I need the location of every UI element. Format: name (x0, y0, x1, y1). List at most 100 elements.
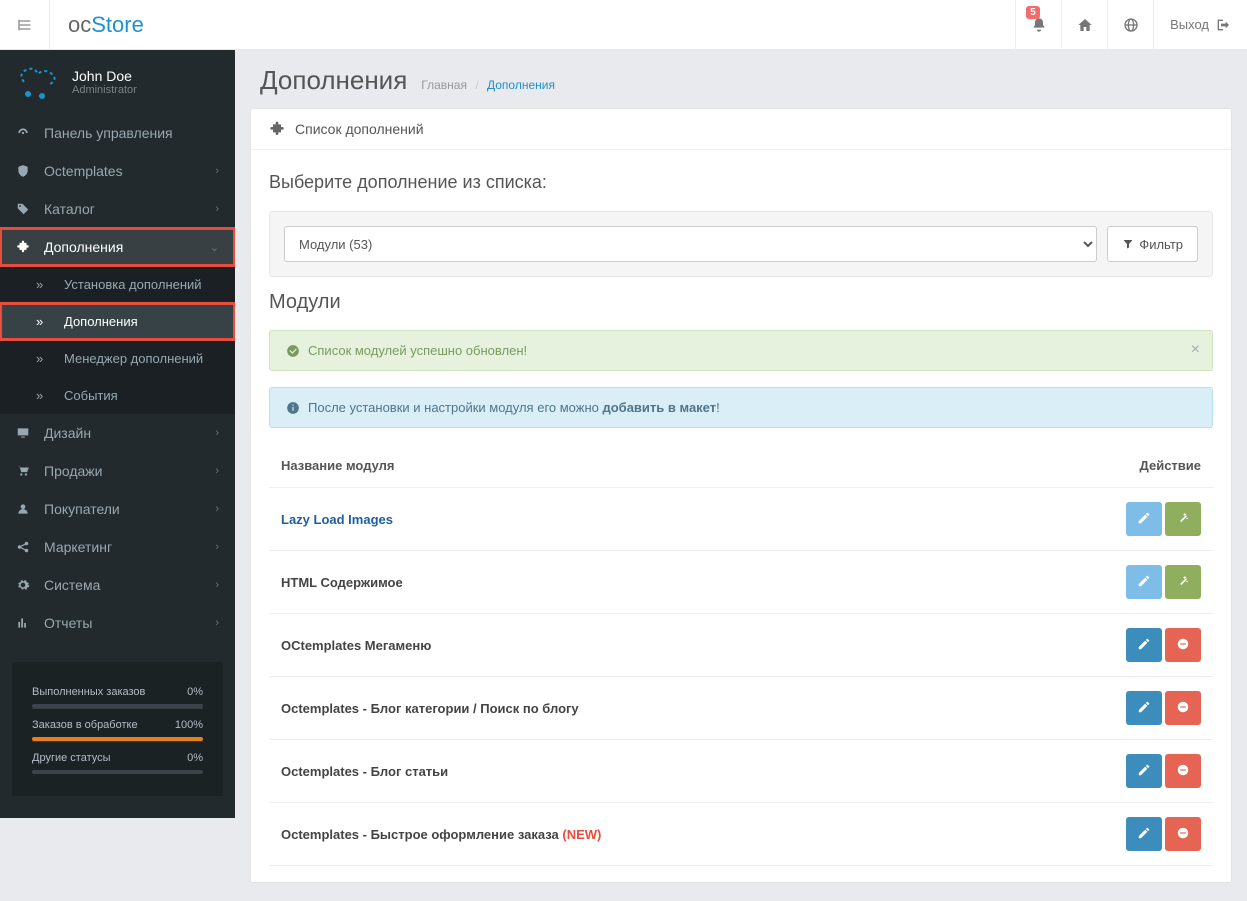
puzzle-icon (16, 240, 34, 254)
edit-button[interactable] (1126, 817, 1162, 851)
uninstall-button[interactable] (1165, 754, 1201, 788)
edit-button[interactable] (1126, 502, 1162, 536)
user-icon (16, 502, 34, 516)
minus-icon (1176, 826, 1190, 843)
col-header-name: Название модуля (269, 444, 997, 488)
pencil-icon (1137, 574, 1151, 591)
sidebar-item-customers[interactable]: Покупатели › (0, 490, 235, 528)
edit-button[interactable] (1126, 754, 1162, 788)
chevron-right-icon: › (215, 203, 219, 215)
panel-body: Выберите дополнение из списка: Модули (5… (251, 150, 1231, 882)
action-cell (997, 488, 1213, 551)
install-button[interactable] (1165, 565, 1201, 599)
info-text: После установки и настройки модуля его м… (308, 400, 720, 415)
sidebar-item-label: Дизайн (44, 425, 91, 441)
breadcrumb-current[interactable]: Дополнения (487, 78, 555, 92)
install-button[interactable] (1165, 502, 1201, 536)
filter-label: Фильтр (1139, 237, 1183, 252)
sidebar-item-system[interactable]: Система › (0, 566, 235, 604)
extension-type-select[interactable]: Модули (53) (284, 226, 1097, 262)
action-cell (997, 677, 1213, 740)
module-name-cell: Octemplates - Блог статьи (269, 740, 997, 803)
module-name-cell: HTML Содержимое (269, 551, 997, 614)
pencil-icon (1137, 763, 1151, 780)
sidebar-subitem-extensions[interactable]: » Дополнения (0, 303, 235, 340)
cart-icon (16, 464, 34, 478)
sidebar-item-label: Дополнения (44, 239, 123, 255)
sidebar-subitem-installer[interactable]: » Установка дополнений (0, 266, 235, 303)
top-header: ocStore 5 Выход (0, 0, 1247, 50)
close-alert-button[interactable]: × (1191, 341, 1200, 359)
success-text: Список модулей успешно обновлен! (308, 343, 527, 358)
logo-prefix: oc (68, 12, 91, 37)
filter-button[interactable]: Фильтр (1107, 226, 1198, 262)
sidebar-item-catalog[interactable]: Каталог › (0, 190, 235, 228)
filter-well: Модули (53) Фильтр (269, 211, 1213, 277)
logout-button[interactable]: Выход (1153, 0, 1247, 50)
module-name: Octemplates - Блог статьи (281, 764, 448, 779)
table-row: HTML Содержимое (269, 551, 1213, 614)
edit-button[interactable] (1126, 565, 1162, 599)
logout-label: Выход (1170, 17, 1209, 32)
sidebar-item-label: Покупатели (44, 501, 120, 517)
minus-icon (1176, 637, 1190, 654)
user-name: John Doe (72, 68, 137, 84)
stat-label: Выполненных заказов (32, 686, 145, 698)
stat-row: Другие статусы 0% (32, 741, 203, 767)
module-name: OCtemplates Мегаменю (281, 638, 431, 653)
bell-icon (1031, 17, 1047, 33)
edit-button[interactable] (1126, 628, 1162, 662)
module-name-cell: OCtemplates Мегаменю (269, 614, 997, 677)
table-row: Octemplates - Блог статьи (269, 740, 1213, 803)
uninstall-button[interactable] (1165, 691, 1201, 725)
breadcrumb-home[interactable]: Главная (421, 78, 467, 92)
panel-heading: Список дополнений (251, 109, 1231, 150)
sidebar-item-label: Каталог (44, 201, 95, 217)
extensions-panel: Список дополнений Выберите дополнение из… (250, 108, 1232, 883)
double-chevron-icon: » (36, 388, 54, 403)
uninstall-button[interactable] (1165, 628, 1201, 662)
module-name-cell: Octemplates - Быстрое оформление заказа … (269, 803, 997, 866)
sidebar-item-design[interactable]: Дизайн › (0, 414, 235, 452)
sidebar-subitem-events[interactable]: » События (0, 377, 235, 414)
section-title: Модули (269, 291, 1213, 314)
sidebar-item-label: Установка дополнений (64, 277, 202, 292)
sidebar-item-reports[interactable]: Отчеты › (0, 604, 235, 642)
logo[interactable]: ocStore (50, 12, 162, 38)
sidebar-item-dashboard[interactable]: Панель управления (0, 114, 235, 152)
sidebar-subitem-modifications[interactable]: » Менеджер дополнений (0, 340, 235, 377)
chevron-right-icon: › (215, 503, 219, 515)
breadcrumb-separator: / (475, 78, 478, 92)
sidebar-item-octemplates[interactable]: Octemplates › (0, 152, 235, 190)
header-right: 5 Выход (1015, 0, 1247, 50)
module-link[interactable]: Lazy Load Images (281, 512, 393, 527)
stat-row: Заказов в обработке 100% (32, 708, 203, 734)
sidebar-item-extensions[interactable]: Дополнения ⌄ (0, 228, 235, 266)
sidebar-item-label: Отчеты (44, 615, 92, 631)
page-header: Дополнения Главная / Дополнения (235, 50, 1247, 108)
table-row: Octemplates - Быстрое оформление заказа … (269, 803, 1213, 866)
content-area: Дополнения Главная / Дополнения Список д… (235, 50, 1247, 883)
col-header-action: Действие (997, 444, 1213, 488)
chevron-right-icon: › (215, 165, 219, 177)
user-role: Administrator (72, 84, 137, 96)
chevron-right-icon: › (215, 579, 219, 591)
user-profile[interactable]: John Doe Administrator (0, 50, 235, 114)
table-row: Octemplates - Блог категории / Поиск по … (269, 677, 1213, 740)
edit-button[interactable] (1126, 691, 1162, 725)
success-alert: Список модулей успешно обновлен! × (269, 330, 1213, 371)
help-button[interactable] (1107, 0, 1153, 50)
stat-value: 100% (175, 719, 203, 731)
uninstall-button[interactable] (1165, 817, 1201, 851)
menu-toggle-button[interactable] (0, 0, 50, 50)
sidebar-item-marketing[interactable]: Маркетинг › (0, 528, 235, 566)
sidebar-item-label: Octemplates (44, 163, 123, 179)
home-button[interactable] (1061, 0, 1107, 50)
chart-icon (16, 616, 34, 630)
double-chevron-icon: » (36, 351, 54, 366)
sidebar-item-sales[interactable]: Продажи › (0, 452, 235, 490)
notifications-button[interactable]: 5 (1015, 0, 1061, 50)
new-tag: (NEW) (562, 827, 601, 842)
share-icon (16, 540, 34, 554)
chevron-right-icon: › (215, 541, 219, 553)
